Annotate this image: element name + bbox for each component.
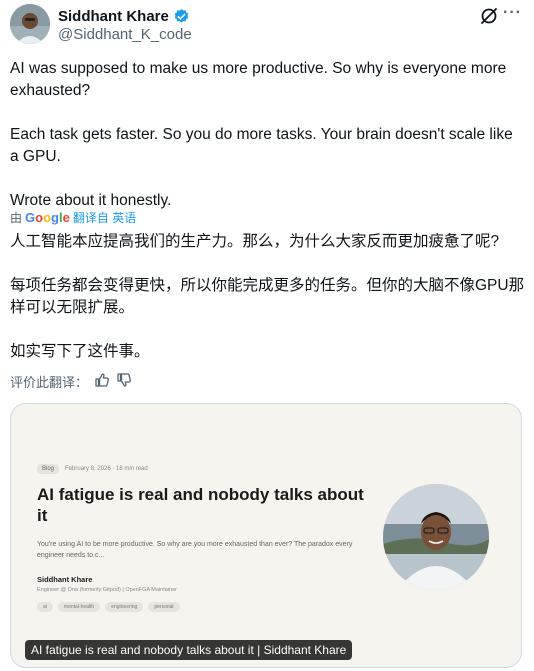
- blog-meta: Blog February 8, 2026 · 18 min read: [37, 464, 148, 474]
- author-name-row[interactable]: Siddhant Khare: [58, 8, 190, 25]
- card-image[interactable]: Blog February 8, 2026 · 18 min read AI f…: [11, 404, 521, 667]
- card-tag: engineering: [105, 602, 144, 612]
- translated-from-link[interactable]: 翻译自 英语: [73, 209, 136, 226]
- tweet-paragraph: AI was supposed to make us more producti…: [10, 60, 507, 99]
- tweet-body: AI was supposed to make us more producti…: [10, 58, 525, 212]
- card-author-role: Engineer @ Ona (formerly Gitpod) | OpenF…: [37, 587, 177, 593]
- author-avatar[interactable]: [10, 4, 50, 44]
- card-tag: ai: [37, 602, 53, 612]
- more-options-icon[interactable]: ···: [503, 4, 522, 22]
- author-handle[interactable]: @Siddhant_K_code: [58, 26, 192, 43]
- blog-description: You're using AI to be more productive. S…: [37, 541, 353, 559]
- link-preview-card[interactable]: Blog February 8, 2026 · 18 min read AI f…: [10, 403, 522, 668]
- tweet-paragraph: Each task gets faster. So you do more ta…: [10, 126, 513, 165]
- rate-translation-label: 评价此翻译：: [10, 375, 89, 390]
- card-tag: mental-health: [57, 602, 101, 612]
- google-logo: Google: [25, 210, 70, 225]
- rate-translation-row: 评价此翻译：: [10, 372, 132, 391]
- translated-paragraph: 人工智能本应提高我们的生产力。那么，为什么大家反而更加疲惫了呢?: [10, 233, 500, 250]
- thumbs-down-icon[interactable]: [116, 372, 132, 391]
- verified-badge-icon[interactable]: [173, 8, 190, 25]
- card-caption: AI fatigue is real and nobody talks abou…: [25, 640, 353, 660]
- author-name[interactable]: Siddhant Khare: [58, 8, 169, 25]
- card-author-name: Siddhant Khare: [37, 575, 93, 584]
- blog-date: February 8, 2026 · 18 min read: [65, 466, 148, 472]
- grok-icon[interactable]: [479, 6, 499, 26]
- card-tags: ai mental-health engineering personal: [37, 602, 180, 612]
- translation-attribution[interactable]: 由 Google 翻译自 英语: [10, 209, 136, 226]
- thumbs-up-icon[interactable]: [94, 372, 110, 391]
- blog-tag: Blog: [37, 464, 60, 474]
- translated-paragraph: 如实写下了这件事。: [10, 343, 150, 360]
- author-photo: [383, 484, 489, 590]
- blog-title: AI fatigue is real and nobody talks abou…: [37, 485, 364, 525]
- translated-by-label: 由: [10, 211, 23, 225]
- card-tag: personal: [148, 602, 180, 612]
- translated-body: 人工智能本应提高我们的生产力。那么，为什么大家反而更加疲惫了呢? 每项任务都会变…: [10, 231, 525, 363]
- translated-paragraph: 每项任务都会变得更快，所以你能完成更多的任务。但你的大脑不像GPU那样可以无限扩…: [10, 277, 525, 316]
